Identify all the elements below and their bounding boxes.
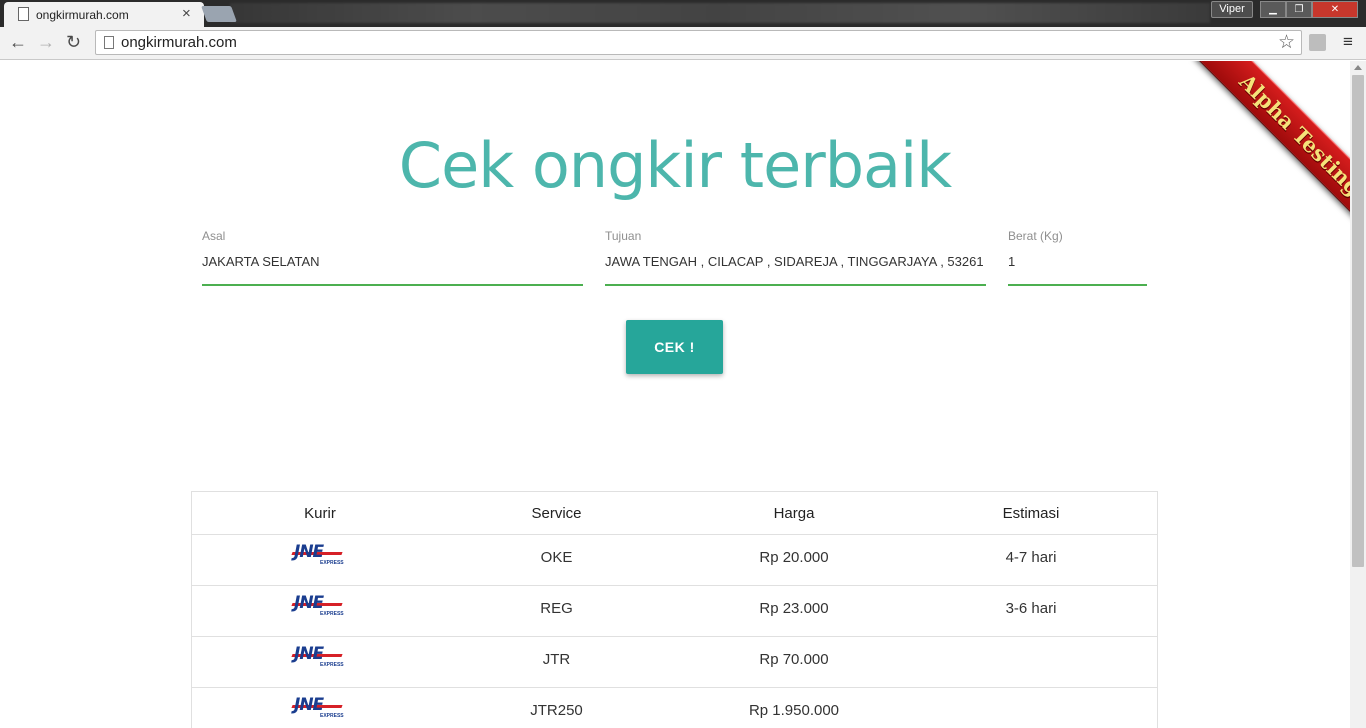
jne-logo-text: JNE [294,644,324,664]
profile-badge[interactable]: Viper [1211,1,1253,18]
jne-logo-sub: EXPRESS [320,662,344,668]
blurred-background-tabs [230,3,1210,23]
browser-menu-icon[interactable]: ≡ [1343,32,1353,52]
jne-logo-icon: JNE EXPRESS [291,593,348,618]
extension-icon[interactable] [1309,34,1326,51]
forward-icon[interactable]: → [37,32,55,53]
asal-label: Asal [202,229,226,243]
maximize-icon[interactable]: ❐ [1286,1,1312,18]
header-harga: Harga [773,504,815,522]
tujuan-field[interactable]: Tujuan JAWA TENGAH , CILACAP , SIDAREJA … [605,226,986,286]
close-window-icon[interactable]: ✕ [1312,1,1358,18]
page-title: Cek ongkir terbaik [398,129,952,202]
url-text[interactable]: ongkirmurah.com [121,34,237,51]
header-kurir: Kurir [304,504,336,522]
minimize-icon[interactable]: ▁ [1260,1,1286,18]
jne-logo-icon: JNE EXPRESS [291,644,348,669]
page-info-icon [104,36,114,49]
kurir-cell: JNE EXPRESS [192,644,448,673]
kurir-cell: JNE EXPRESS [192,593,448,622]
jne-logo-text: JNE [294,593,324,613]
jne-logo-text: JNE [294,542,324,562]
asal-input[interactable]: JAKARTA SELATAN [202,254,320,269]
address-bar[interactable]: ongkirmurah.com ☆ [95,30,1302,55]
kurir-cell: JNE EXPRESS [192,542,448,571]
reload-icon[interactable]: ↻ [66,32,81,53]
berat-field[interactable]: Berat (Kg) 1 [1008,226,1147,286]
scroll-up-icon[interactable] [1354,65,1362,70]
table-row: JNE EXPRESS OKE Rp 20.000 4-7 hari [192,535,1157,586]
table-row: JNE EXPRESS REG Rp 23.000 3-6 hari [192,586,1157,637]
tab-close-icon[interactable]: × [182,5,191,22]
harga-cell: Rp 70.000 [759,650,829,668]
header-service: Service [531,504,582,522]
jne-logo-icon: JNE EXPRESS [291,695,348,720]
kurir-cell: JNE EXPRESS [192,695,448,724]
jne-logo-sub: EXPRESS [320,611,344,617]
jne-logo-icon: JNE EXPRESS [291,542,348,567]
service-cell: JTR [542,650,571,668]
window-controls: ▁ ❐ ✕ [1260,1,1358,18]
cek-button[interactable]: CEK ! [626,320,723,374]
jne-logo-text: JNE [294,695,324,715]
bookmark-star-icon[interactable]: ☆ [1278,31,1295,54]
result-table: Kurir Service Harga Estimasi JNE EXPRESS… [191,491,1158,728]
jne-logo-sub: EXPRESS [320,713,344,719]
page-content: Alpha Testing Cek ongkir terbaik Asal JA… [0,61,1350,728]
scroll-thumb[interactable] [1352,75,1364,567]
tab-title: ongkirmurah.com [36,8,129,22]
harga-cell: Rp 23.000 [759,599,829,617]
berat-label: Berat (Kg) [1008,229,1063,243]
berat-input[interactable]: 1 [1008,254,1015,269]
jne-logo-sub: EXPRESS [320,560,344,566]
service-cell: OKE [540,548,573,566]
tujuan-input[interactable]: JAWA TENGAH , CILACAP , SIDAREJA , TINGG… [605,254,984,269]
estimasi-cell: 4-7 hari [1005,548,1057,566]
tab-strip: ongkirmurah.com × Viper ▁ ❐ ✕ [0,0,1366,27]
back-icon[interactable]: ← [9,32,27,53]
table-header-row: Kurir Service Harga Estimasi [192,492,1157,535]
table-row: JNE EXPRESS JTR250 Rp 1.950.000 [192,688,1157,728]
tujuan-label: Tujuan [605,229,642,243]
asal-field[interactable]: Asal JAKARTA SELATAN [202,226,583,286]
header-estimasi: Estimasi [1002,504,1060,522]
table-row: JNE EXPRESS JTR Rp 70.000 [192,637,1157,688]
harga-cell: Rp 1.950.000 [748,701,840,719]
page-icon [18,7,29,21]
browser-toolbar: ← → ↻ ongkirmurah.com ☆ ≡ [0,27,1366,60]
new-tab-button[interactable] [201,6,237,22]
estimasi-cell: 3-6 hari [1005,599,1057,617]
service-cell: JTR250 [530,701,583,719]
active-tab[interactable]: ongkirmurah.com × [4,2,204,27]
page-scrollbar[interactable] [1350,61,1366,728]
service-cell: REG [540,599,573,617]
harga-cell: Rp 20.000 [759,548,829,566]
